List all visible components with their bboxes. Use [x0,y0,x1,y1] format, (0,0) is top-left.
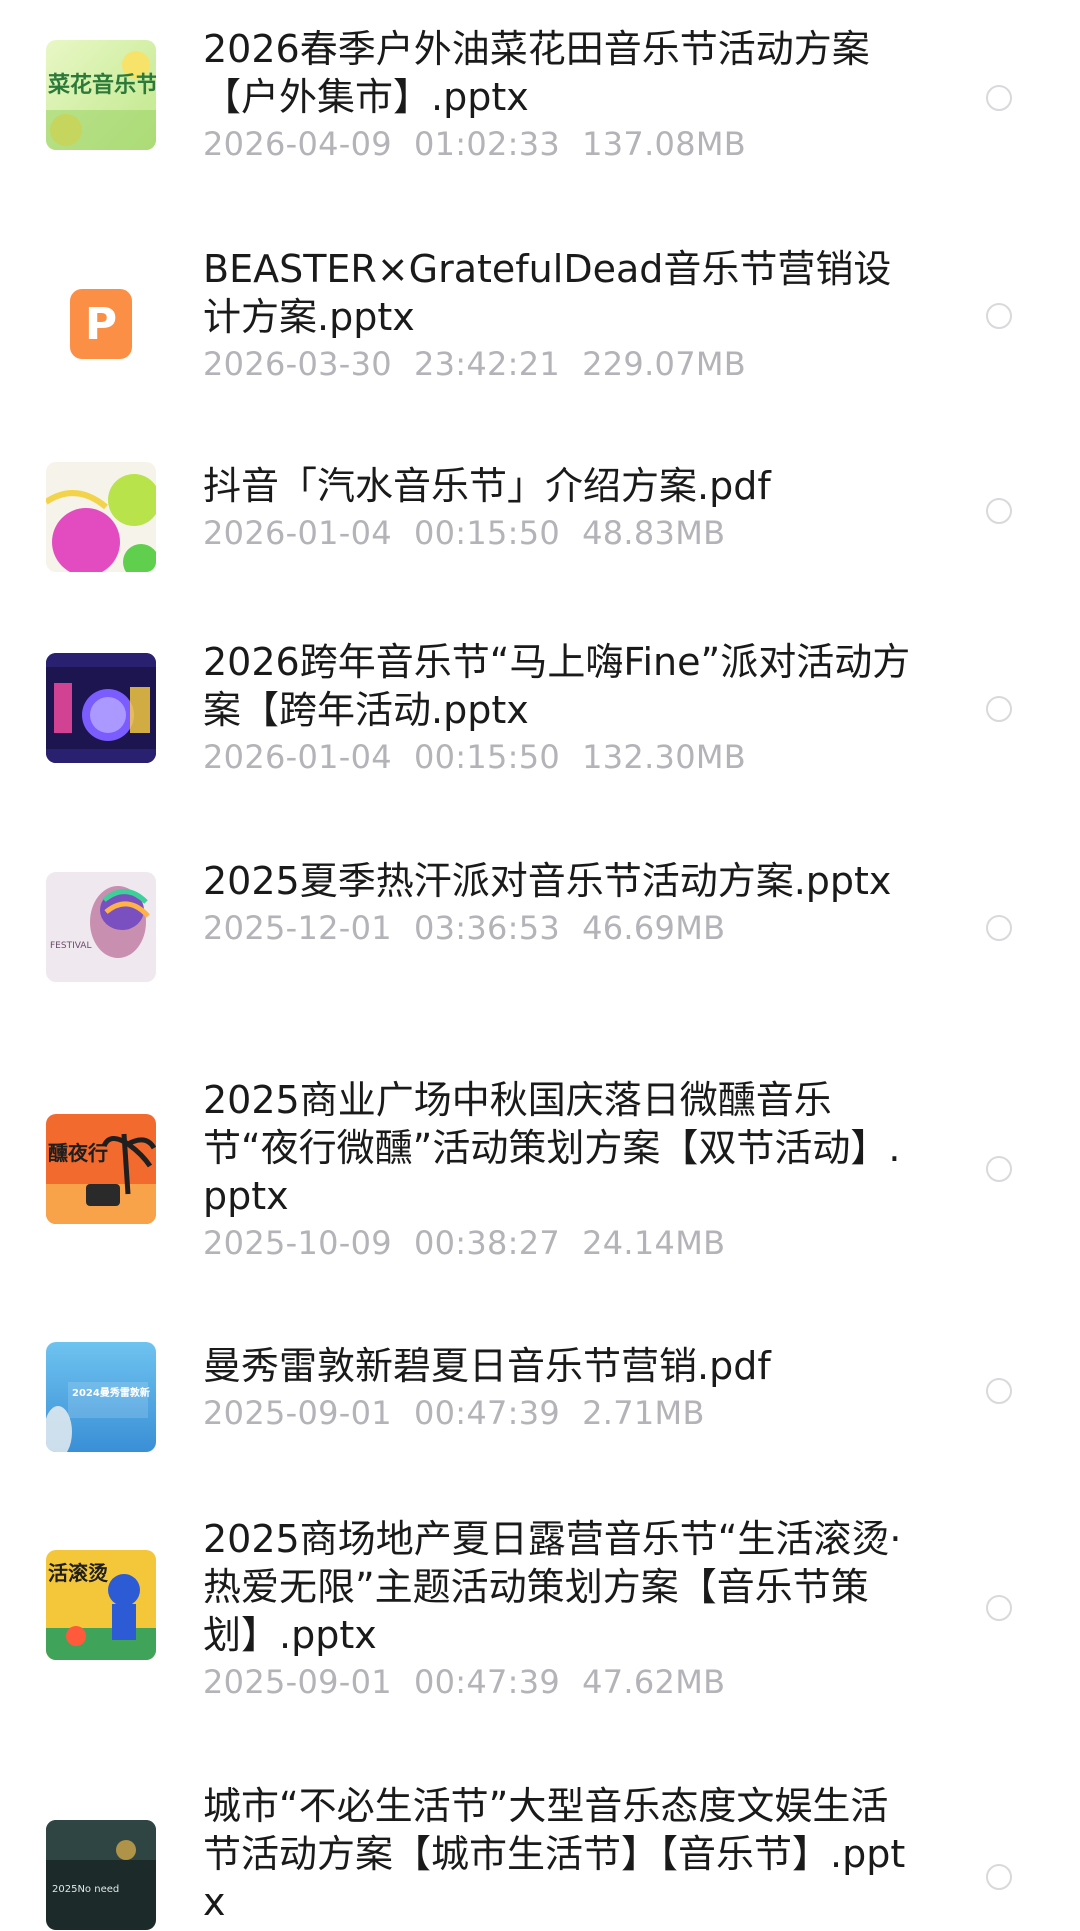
file-date: 2025-09-01 [203,1663,392,1701]
file-list: 菜花音乐节 2026春季户外油菜花田音乐节活动方案【户外集市】.pptx 202… [0,0,1080,1931]
file-size: 48.83MB [582,514,726,552]
file-name: 2025商场地产夏日露营音乐节“生活滚烫·热爱无限”主题活动策划方案【音乐节策划… [203,1517,902,1657]
file-time: 00:15:50 [413,738,561,776]
file-size: 229.07MB [582,345,747,383]
file-meta: 2026-01-04 00:15:50 132.30MB [203,736,923,778]
file-size: 24.14MB [582,1224,726,1262]
file-meta: 2026-01-04 00:15:50 48.83MB [203,512,923,554]
file-info: 2025商业广场中秋国庆落日微醺音乐节“夜行微醺”活动策划方案【双节活动】.pp… [203,1076,923,1264]
file-name: BEASTER×GratefulDead音乐节营销设计方案.pptx [203,247,892,339]
file-thumbnail: 醺夜行 [46,1114,156,1224]
svg-text:活滚烫: 活滚烫 [48,1561,109,1585]
select-radio[interactable] [986,696,1012,722]
file-name: 2026春季户外油菜花田音乐节活动方案【户外集市】.pptx [203,27,870,119]
file-time: 00:47:39 [413,1663,561,1701]
file-info: 曼秀雷敦新碧夏日音乐节营销.pdf 2025-09-01 00:47:39 2.71… [203,1342,923,1434]
file-size: 137.08MB [582,125,747,163]
file-row[interactable]: 2025No need 城市“不必生活节”大型音乐态度文娱生活节活动方案【城市生… [0,1782,1080,1931]
file-thumbnail [46,462,156,572]
file-info: 2025商场地产夏日露营音乐节“生活滚烫·热爱无限”主题活动策划方案【音乐节策划… [203,1515,923,1703]
file-date: 2025-10-09 [203,1224,392,1262]
select-radio[interactable] [986,1378,1012,1404]
select-radio[interactable] [986,1864,1012,1890]
file-row[interactable]: 2024曼秀雷敦新 曼秀雷敦新碧夏日音乐节营销.pdf 2025-09-01 00… [0,1342,1080,1452]
select-radio[interactable] [986,915,1012,941]
svg-text:P: P [85,299,117,350]
file-name: 曼秀雷敦新碧夏日音乐节营销.pdf [203,1344,771,1388]
select-radio[interactable] [986,1595,1012,1621]
pptx-file-icon: P [46,265,156,375]
svg-text:2025No need: 2025No need [52,1884,119,1895]
file-row[interactable]: 2026跨年音乐节“马上嗨Fine”派对活动方案【跨年活动.pptx 2026-… [0,638,1080,788]
file-date: 2026-01-04 [203,738,392,776]
file-meta: 2025-09-01 00:47:39 47.62MB [203,1661,923,1703]
file-date: 2025-09-01 [203,1394,392,1432]
svg-text:FESTIVAL: FESTIVAL [50,941,91,951]
file-info: 2025夏季热汗派对音乐节活动方案.pptx 2025-12-01 03:36:5… [203,857,923,949]
file-thumbnail: FESTIVAL [46,872,156,982]
svg-text:醺夜行: 醺夜行 [48,1141,108,1165]
file-thumbnail: 2024曼秀雷敦新 [46,1342,156,1452]
file-date: 2026-01-04 [203,514,392,552]
select-radio[interactable] [986,85,1012,111]
file-thumbnail [46,653,156,763]
file-row[interactable]: 醺夜行 2025商业广场中秋国庆落日微醺音乐节“夜行微醺”活动策划方案【双节活动… [0,1076,1080,1276]
file-time: 03:36:53 [413,909,561,947]
file-time: 01:02:33 [413,125,561,163]
file-info: 抖音「汽水音乐节」介绍方案.pdf 2026-01-04 00:15:50 48.8… [203,462,923,554]
file-name: 抖音「汽水音乐节」介绍方案.pdf [203,464,771,508]
file-info: 城市“不必生活节”大型音乐态度文娱生活节活动方案【城市生活节】【音乐节】.ppt… [203,1782,923,1926]
svg-text:菜花音乐节: 菜花音乐节 [47,72,156,98]
select-radio[interactable] [986,498,1012,524]
file-name: 城市“不必生活节”大型音乐态度文娱生活节活动方案【城市生活节】【音乐节】.ppt… [203,1784,906,1924]
file-size: 46.69MB [582,909,726,947]
file-meta: 2025-12-01 03:36:53 46.69MB [203,907,923,949]
file-time: 00:38:27 [413,1224,561,1262]
file-size: 47.62MB [582,1663,726,1701]
file-thumbnail: 活滚烫 [46,1550,156,1660]
file-meta: 2025-10-09 00:38:27 24.14MB [203,1222,923,1264]
file-meta: 2025-09-01 00:47:39 2.71MB [203,1392,923,1434]
file-info: 2026春季户外油菜花田音乐节活动方案【户外集市】.pptx 2026-04-0… [203,25,923,165]
svg-text:2024曼秀雷敦新: 2024曼秀雷敦新 [72,1386,150,1399]
file-thumbnail: 菜花音乐节 [46,40,156,150]
file-row[interactable]: P BEASTER×GratefulDead音乐节营销设计方案.pptx 202… [0,245,1080,395]
file-time: 00:15:50 [413,514,561,552]
file-info: 2026跨年音乐节“马上嗨Fine”派对活动方案【跨年活动.pptx 2026-… [203,638,923,778]
file-row[interactable]: 活滚烫 2025商场地产夏日露营音乐节“生活滚烫·热爱无限”主题活动策划方案【音… [0,1515,1080,1715]
file-size: 132.30MB [582,738,747,776]
file-thumbnail: 2025No need [46,1820,156,1930]
select-radio[interactable] [986,303,1012,329]
file-date: 2026-04-09 [203,125,392,163]
file-name: 2025商业广场中秋国庆落日微醺音乐节“夜行微醺”活动策划方案【双节活动】.pp… [203,1078,901,1218]
file-name: 2025夏季热汗派对音乐节活动方案.pptx [203,859,892,903]
file-row[interactable]: FESTIVAL 2025夏季热汗派对音乐节活动方案.pptx 2025-12-… [0,857,1080,1007]
file-time: 23:42:21 [413,345,561,383]
file-date: 2025-12-01 [203,909,392,947]
file-row[interactable]: 抖音「汽水音乐节」介绍方案.pdf 2026-01-04 00:15:50 48.8… [0,462,1080,572]
file-name: 2026跨年音乐节“马上嗨Fine”派对活动方案【跨年活动.pptx [203,640,911,732]
file-row[interactable]: 菜花音乐节 2026春季户外油菜花田音乐节活动方案【户外集市】.pptx 202… [0,25,1080,175]
file-meta: 2026-03-30 23:42:21 229.07MB [203,343,923,385]
file-info: BEASTER×GratefulDead音乐节营销设计方案.pptx 2026-… [203,245,923,385]
file-size: 2.71MB [582,1394,705,1432]
file-date: 2026-03-30 [203,345,392,383]
select-radio[interactable] [986,1156,1012,1182]
file-meta: 2026-04-09 01:02:33 137.08MB [203,123,923,165]
file-time: 00:47:39 [413,1394,561,1432]
